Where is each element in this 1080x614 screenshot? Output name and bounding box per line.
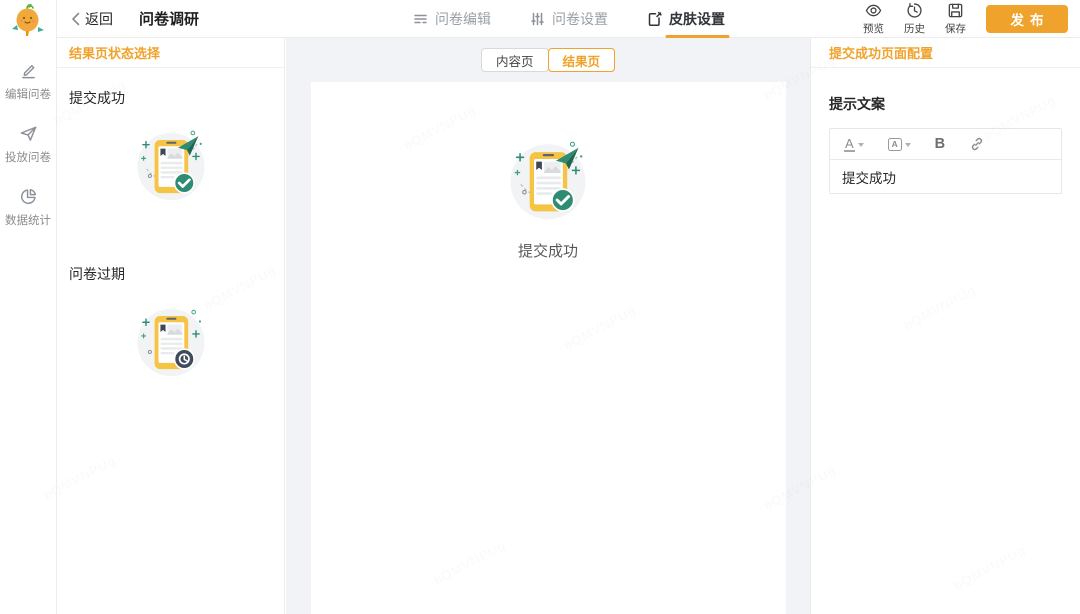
tab-label: 问卷设置 [552,11,608,27]
field-label: 提示文案 [829,96,885,112]
background-color-button[interactable]: A [887,137,911,151]
publish-button[interactable]: 发布 [986,4,1068,33]
tab-skin-settings[interactable]: 皮肤设置 [646,0,729,38]
survey-title: 问卷调研 [139,11,200,28]
panel-title: 提交成功页面配置 [829,46,934,61]
eye-icon [865,4,882,16]
state-option-expired[interactable] [57,298,284,384]
sliders-icon [530,12,544,26]
action-label: 历史 [904,22,925,35]
tab-survey-edit[interactable]: 问卷编辑 [412,0,491,38]
state-label-success: 提交成功 [69,90,125,106]
sidebar-item-label: 数据统计 [5,215,51,227]
action-label: 预览 [863,22,884,35]
panel-header: 结果页状态选择 [57,38,284,68]
rich-text-editor: A A B 提交成功 [829,128,1062,194]
panel-title: 结果页状态选择 [69,46,161,61]
list-lines-icon [413,14,427,24]
clipboard-clock-illustration [136,308,205,377]
left-nav-rail: 编辑问卷 投放问卷 数据统计 [0,0,57,614]
result-page-title: 提交成功 [517,243,578,260]
save-floppy-icon [948,3,963,17]
tab-survey-settings[interactable]: 问卷设置 [529,0,608,38]
result-state-panel: 结果页状态选择 提交成功 问卷过期 [57,38,285,614]
app-logo-icon [12,4,44,36]
background-color-icon: A [887,137,902,151]
prompt-text-input[interactable]: 提交成功 [830,160,1061,193]
back-button[interactable]: 返回 [71,9,113,29]
font-color-icon: A [844,135,855,152]
sidebar-item-edit-survey[interactable]: 编辑问卷 [5,61,51,102]
editor-toolbar: A A B [830,129,1061,160]
preview-illustration-wrap [311,82,786,228]
canvas-page-tabs: 内容页 结果页 [286,48,810,72]
preview-canvas-area: 内容页 结果页 提交成功 [286,38,810,614]
history-button[interactable]: 历史 [904,2,925,36]
bold-icon: B [934,136,946,152]
tab-content-page[interactable]: 内容页 [480,48,549,72]
save-button[interactable]: 保存 [945,2,966,36]
history-clock-icon [907,2,922,18]
chevron-down-icon [904,143,911,147]
top-header: 返回 问卷调研 问卷编辑 问卷设置 皮肤设置 预览 历史 保存 发布 [57,0,1080,38]
state-label-expired: 问卷过期 [69,266,125,282]
tab-label: 问卷编辑 [435,11,491,27]
header-tabs: 问卷编辑 问卷设置 皮肤设置 [412,0,729,38]
header-actions: 预览 历史 保存 发布 [863,2,1068,36]
sidebar-item-label: 投放问卷 [5,152,51,164]
sidebar-item-data-statistics[interactable]: 数据统计 [5,187,51,228]
state-option-success[interactable] [57,122,284,208]
config-panel: 提交成功页面配置 提示文案 A A B 提交成功 [810,38,1080,614]
link-button[interactable] [969,136,985,152]
document-edit-icon [648,11,662,26]
clipboard-check-illustration [136,130,205,201]
paper-plane-icon [20,126,36,141]
link-icon [972,137,983,151]
sidebar-item-distribute-survey[interactable]: 投放问卷 [5,124,51,165]
chevron-down-icon [857,143,864,147]
back-label: 返回 [85,10,113,27]
pie-chart-icon [20,188,36,204]
tab-label: 皮肤设置 [665,11,729,38]
font-color-button[interactable]: A [844,137,864,152]
panel-header: 提交成功页面配置 [811,38,1080,68]
preview-button[interactable]: 预览 [863,2,884,36]
bold-button[interactable]: B [935,136,945,152]
pencil-icon [21,65,35,79]
tab-result-page[interactable]: 结果页 [547,48,616,72]
chevron-left-icon [72,12,80,25]
result-page-preview-card[interactable]: 提交成功 [310,82,786,614]
clipboard-check-illustration [510,141,586,220]
survey-editor-app: bQMVNPUg bQMVNPUg bQMVNPUg bQMVNPUg bQMV… [0,0,1080,614]
action-label: 保存 [945,22,966,35]
sidebar-item-label: 编辑问卷 [5,89,51,101]
